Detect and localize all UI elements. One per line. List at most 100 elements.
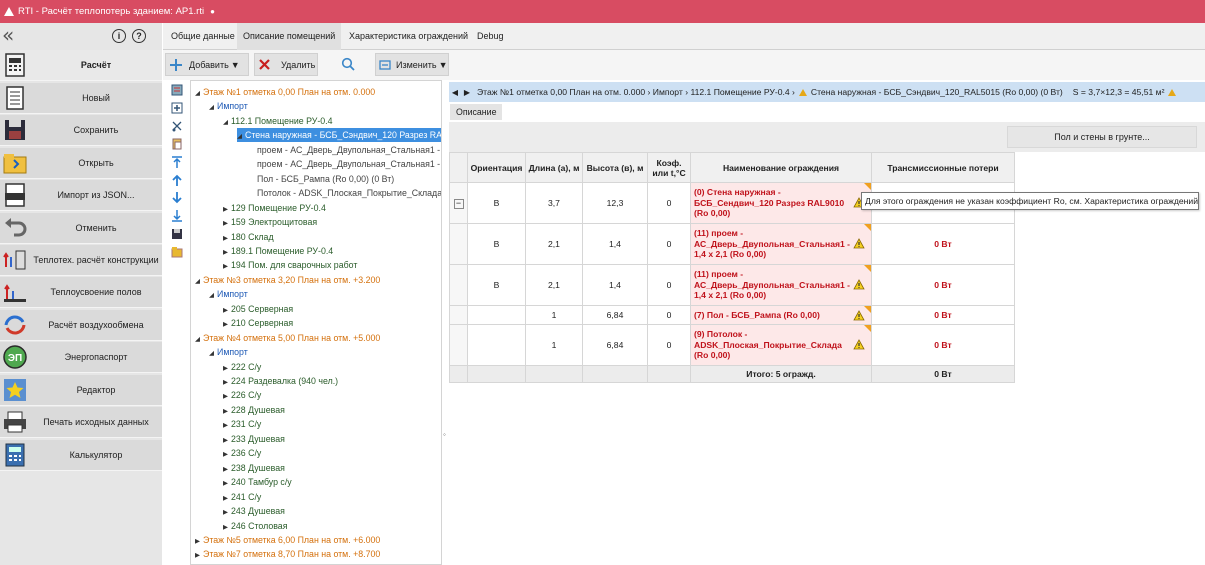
tree-node-room[interactable]: ▶ 180 Склад — [223, 230, 274, 244]
cell-length[interactable]: 1 — [525, 324, 583, 366]
cell-height[interactable]: 6,84 — [582, 324, 648, 366]
cell-orientation[interactable] — [467, 324, 526, 366]
warning-icon[interactable] — [853, 310, 865, 324]
collapse-arrow-icon[interactable]: ◢ — [223, 116, 231, 130]
collapse-arrow-icon[interactable]: ◢ — [195, 275, 203, 289]
cell-name[interactable]: (9) Потолок - ADSK_Плоская_Покрытие_Скла… — [690, 324, 872, 366]
collapse-sidebar-icon[interactable]: « — [2, 25, 14, 45]
cell-orientation[interactable]: В — [467, 182, 526, 224]
tree-node-room[interactable]: ◢ 112.1 Помещение РУ-0.4 — [223, 114, 333, 128]
cell-loss[interactable]: 0 Вт — [871, 223, 1015, 265]
breadcrumb-prev-icon[interactable]: ◀ — [449, 88, 461, 97]
tree-node-room[interactable]: ▶ 226 С/у — [223, 388, 261, 402]
header-coef[interactable]: Коэф. или t,°С — [647, 152, 691, 183]
move-down-icon[interactable] — [171, 192, 183, 204]
cell-coef[interactable]: 0 — [647, 305, 691, 325]
tree-node-room[interactable]: ▶ 222 С/у — [223, 360, 261, 374]
cell-length[interactable]: 2,1 — [525, 223, 583, 265]
cell-coef[interactable]: 0 — [647, 324, 691, 366]
sidebar-button-10[interactable]: Редактор — [0, 375, 162, 406]
folder-icon[interactable] — [171, 246, 183, 258]
cell-name[interactable]: (11) проем - АС_Дверь_Двупольная_Стальна… — [690, 264, 872, 306]
header-orientation[interactable]: Ориентация — [467, 152, 526, 183]
tree-node-room[interactable]: ▶ 236 С/у — [223, 446, 261, 460]
info-icon[interactable]: i — [112, 29, 126, 43]
tab-description[interactable]: Описание — [450, 104, 503, 120]
table-row[interactable]: 1 6,84 0 (9) Потолок - ADSK_Плоская_Покрыти… — [449, 324, 1015, 366]
help-icon[interactable]: ? — [132, 29, 146, 43]
cell-orientation[interactable]: В — [467, 223, 526, 265]
collapse-row-icon[interactable]: − — [453, 198, 464, 209]
warning-icon[interactable] — [853, 238, 865, 252]
move-up-icon[interactable] — [171, 174, 183, 186]
cell-loss[interactable]: 0 Вт — [871, 264, 1015, 306]
tree-node-room[interactable]: ▶ 233 Душевая — [223, 432, 285, 446]
tree-node-floor[interactable]: ▶ Этаж №7 отметка 8,70 План на отм. +8.70… — [195, 547, 380, 561]
tab-rooms[interactable]: Описание помещений — [237, 23, 342, 50]
save-icon[interactable] — [171, 228, 183, 240]
tree-node-room[interactable]: ▶ 228 Душевая — [223, 403, 285, 417]
cell-length[interactable]: 3,7 — [525, 182, 583, 224]
breadcrumb-next-icon[interactable]: ▶ — [461, 88, 473, 97]
sidebar-button-2[interactable]: Сохранить — [0, 115, 162, 146]
building-tree[interactable]: ◢ Этаж №1 отметка 0,00 План на отм. 0.000… — [190, 80, 442, 565]
tree-node-floor[interactable]: ▶ Этаж №5 отметка 6,00 План на отм. +6.00… — [195, 533, 380, 547]
cell-name[interactable]: (7) Пол - БСБ_Рампа (Ro 0,00) — [690, 305, 872, 325]
tree-node-room[interactable]: ▶ 238 Душевая — [223, 461, 285, 475]
tree-node-room[interactable]: ▶ 231 С/у — [223, 417, 261, 431]
table-row[interactable]: 1 6,84 0 (7) Пол - БСБ_Рампа (Ro 0,00) 0 Вт — [449, 305, 1015, 325]
sidebar-button-4[interactable]: Импорт из JSON... — [0, 180, 162, 211]
add-floor-icon[interactable] — [171, 84, 183, 96]
sidebar-button-1[interactable]: Новый — [0, 83, 162, 114]
search-icon[interactable] — [341, 57, 355, 71]
cell-height[interactable]: 1,4 — [582, 223, 648, 265]
tree-node-room[interactable]: ▶ 240 Тамбур с/у — [223, 475, 292, 489]
cell-orientation[interactable]: В — [467, 264, 526, 306]
cell-length[interactable]: 2,1 — [525, 264, 583, 306]
cell-height[interactable]: 1,4 — [582, 264, 648, 306]
warning-icon[interactable] — [853, 339, 865, 353]
tree-node-room[interactable]: ▶ 246 Столовая — [223, 519, 287, 533]
tree-node-room[interactable]: ▶ 241 С/у — [223, 490, 261, 504]
move-bottom-icon[interactable] — [171, 210, 183, 222]
cell-height[interactable]: 6,84 — [582, 305, 648, 325]
collapse-arrow-icon[interactable]: ◢ — [209, 101, 217, 115]
expand-arrow-icon[interactable]: ▶ — [195, 549, 203, 563]
tree-node-room[interactable]: ▶ 243 Душевая — [223, 504, 285, 518]
splitter-handle[interactable]: ◦ — [443, 430, 446, 439]
tree-node-ogr[interactable]: Пол - БСБ_Рампа (Ro 0,00) (0 Вт) — [249, 172, 394, 186]
sidebar-button-11[interactable]: Печать исходных данных — [0, 407, 162, 438]
sidebar-button-0[interactable]: Расчёт — [0, 50, 162, 81]
tree-node-room[interactable]: ▶ 159 Электрощитовая — [223, 215, 317, 229]
collapse-arrow-icon[interactable]: ◢ — [209, 347, 217, 361]
sidebar-button-8[interactable]: Расчёт воздухообмена — [0, 310, 162, 341]
ground-walls-button[interactable]: Пол и стены в грунте... — [1007, 126, 1197, 148]
tree-node-ogr[interactable]: проем - АС_Дверь_Двупольная_Стальная1 - … — [249, 143, 441, 157]
sidebar-button-9[interactable]: ЭП Энергопаспорт — [0, 342, 162, 373]
warning-icon[interactable] — [853, 279, 865, 293]
move-top-icon[interactable] — [171, 156, 183, 168]
add-item-icon[interactable] — [171, 102, 183, 114]
sidebar-button-5[interactable]: Отменить — [0, 213, 162, 244]
sidebar-button-3[interactable]: Открыть — [0, 148, 162, 179]
add-button[interactable]: Добавить ▼ — [165, 53, 249, 76]
collapse-arrow-icon[interactable]: ◢ — [195, 333, 203, 347]
delete-button[interactable]: Удалить — [254, 53, 318, 76]
header-length[interactable]: Длина (a), м — [525, 152, 583, 183]
cut-icon[interactable] — [171, 120, 183, 132]
sidebar-button-6[interactable]: Теплотех. расчёт конструкции — [0, 245, 162, 276]
cell-coef[interactable]: 0 — [647, 264, 691, 306]
tree-node-import[interactable]: ◢ Импорт — [209, 345, 248, 359]
cell-coef[interactable]: 0 — [647, 223, 691, 265]
tree-node-room[interactable]: ▶ 210 Серверная — [223, 316, 293, 330]
tree-node-floor[interactable]: ◢ Этаж №4 отметка 5,00 План на отм. +5.00… — [195, 331, 380, 345]
edit-button[interactable]: Изменить ▼ — [375, 53, 449, 76]
tree-node-room[interactable]: ▶ 205 Серверная — [223, 302, 293, 316]
cell-name[interactable]: (11) проем - АС_Дверь_Двупольная_Стальна… — [690, 223, 872, 265]
cell-loss[interactable]: 0 Вт — [871, 324, 1015, 366]
tree-node-ogr[interactable]: Потолок - ADSK_Плоская_Покрытие_Склада (… — [249, 186, 441, 200]
cell-coef[interactable]: 0 — [647, 182, 691, 224]
collapse-arrow-icon[interactable]: ◢ — [209, 289, 217, 303]
tree-node-room[interactable]: ▶ 129 Помещение РУ-0.4 — [223, 201, 326, 215]
tree-node-import[interactable]: ◢ Импорт — [209, 287, 248, 301]
